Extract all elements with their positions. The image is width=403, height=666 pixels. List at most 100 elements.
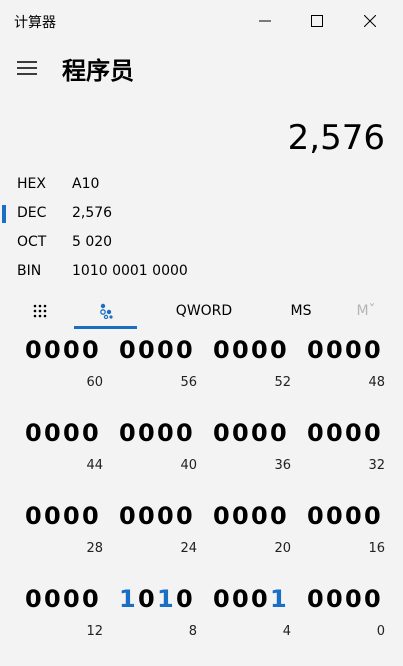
app-title: 计算器: [14, 15, 56, 31]
bit-toggle[interactable]: 0: [251, 336, 268, 364]
base-row-dec[interactable]: DEC 2,576: [0, 199, 403, 228]
bit-toggle[interactable]: 1: [119, 585, 136, 613]
base-value: A10: [72, 176, 100, 192]
bit-toggle[interactable]: 0: [63, 502, 80, 530]
bit-toggle[interactable]: 0: [119, 336, 136, 364]
bit-toggle[interactable]: 0: [138, 585, 155, 613]
navigation-menu-button[interactable]: [14, 55, 40, 81]
bit-toggle[interactable]: 0: [119, 419, 136, 447]
bit-toggle[interactable]: 0: [345, 585, 362, 613]
bit-toggle[interactable]: 0: [364, 585, 381, 613]
bit-toggle[interactable]: 0: [82, 336, 99, 364]
bit-toggle[interactable]: 0: [326, 585, 343, 613]
bit-toggle[interactable]: 0: [157, 419, 174, 447]
bit-toggle[interactable]: 0: [157, 336, 174, 364]
bit-toggle[interactable]: 0: [44, 419, 61, 447]
bit-toggle[interactable]: 0: [251, 585, 268, 613]
bit-toggle[interactable]: 0: [326, 336, 343, 364]
bit-toggle[interactable]: 0: [44, 336, 61, 364]
memory-store-button[interactable]: MS: [276, 292, 326, 330]
bit-position-label: 12: [86, 624, 103, 639]
bit-toggle[interactable]: 0: [307, 502, 324, 530]
bit-toggle[interactable]: 0: [63, 336, 80, 364]
bit-toggle[interactable]: 0: [82, 502, 99, 530]
header: 程序员: [0, 45, 403, 89]
bit-position-label: 32: [368, 458, 385, 473]
close-button[interactable]: [347, 0, 393, 42]
bit-toggle[interactable]: 0: [232, 585, 249, 613]
bit-row: 0001: [213, 585, 293, 613]
bit-toggle[interactable]: 0: [345, 419, 362, 447]
bit-row: 0000: [213, 419, 293, 447]
bit-toggle[interactable]: 0: [157, 502, 174, 530]
bit-toggle[interactable]: 0: [345, 336, 362, 364]
bit-position-label: 24: [180, 541, 197, 556]
bit-row: 0000: [119, 502, 199, 530]
bit-toggle[interactable]: 0: [307, 585, 324, 613]
bit-toggle[interactable]: 0: [82, 419, 99, 447]
bit-toggle[interactable]: 1: [270, 585, 287, 613]
bit-group: 0 0 0 0 36: [213, 419, 293, 479]
bit-toggle[interactable]: 0: [307, 336, 324, 364]
word-size-button[interactable]: QWORD: [160, 292, 248, 330]
bit-toggle[interactable]: 0: [44, 502, 61, 530]
full-keypad-button[interactable]: [20, 292, 60, 330]
maximize-icon: [311, 15, 323, 27]
bit-toggle[interactable]: 0: [232, 502, 249, 530]
base-label: DEC: [17, 205, 47, 221]
base-row-hex[interactable]: HEX A10: [0, 170, 403, 199]
bit-toggle[interactable]: 0: [213, 336, 230, 364]
bit-position-label: 4: [282, 624, 291, 639]
memory-recall-button[interactable]: Mˇ: [346, 292, 386, 330]
maximize-button[interactable]: [294, 0, 340, 42]
bit-row: 0000: [213, 502, 293, 530]
bit-toggle[interactable]: 0: [119, 502, 136, 530]
bit-toggle[interactable]: 0: [251, 419, 268, 447]
bit-toggle[interactable]: 0: [176, 336, 193, 364]
bit-toggle[interactable]: 0: [82, 585, 99, 613]
bit-toggle[interactable]: 0: [232, 419, 249, 447]
bit-toggle[interactable]: 0: [326, 419, 343, 447]
bit-toggle[interactable]: 0: [25, 585, 42, 613]
active-tab-underline: [74, 326, 137, 329]
bit-toggle[interactable]: 0: [364, 502, 381, 530]
bit-toggle[interactable]: 0: [364, 336, 381, 364]
bit-toggle[interactable]: 0: [213, 502, 230, 530]
base-row-oct[interactable]: OCT 5 020: [0, 228, 403, 257]
bit-toggle[interactable]: 0: [176, 419, 193, 447]
bit-row: 0000: [119, 419, 199, 447]
bit-row: 0000: [307, 336, 387, 364]
bit-toggle[interactable]: 0: [63, 419, 80, 447]
bit-toggle-keypad-button[interactable]: [74, 292, 137, 330]
mode-title: 程序员: [62, 57, 134, 85]
bit-toggle[interactable]: 0: [25, 336, 42, 364]
bit-group: 0 0 0 0 44: [25, 419, 105, 479]
bit-toggle[interactable]: 0: [25, 419, 42, 447]
selected-indicator: [2, 205, 6, 223]
minimize-button[interactable]: [242, 0, 288, 42]
bit-toggle[interactable]: 0: [44, 585, 61, 613]
bit-toggle[interactable]: 0: [307, 419, 324, 447]
bit-group: 0 0 0 0 56: [119, 336, 199, 396]
bit-toggle[interactable]: 0: [326, 502, 343, 530]
bit-group: 00000: [307, 585, 387, 645]
bit-toggle[interactable]: 0: [63, 585, 80, 613]
bit-toggle[interactable]: 0: [138, 502, 155, 530]
bit-toggle[interactable]: 0: [138, 419, 155, 447]
bit-toggle[interactable]: 0: [176, 502, 193, 530]
bit-toggle[interactable]: 0: [270, 419, 287, 447]
bit-toggle[interactable]: 0: [25, 502, 42, 530]
bit-toggle[interactable]: 0: [270, 502, 287, 530]
base-row-bin[interactable]: BIN 1010 0001 0000: [0, 257, 403, 286]
bit-toggle[interactable]: 0: [138, 336, 155, 364]
bit-position-label: 16: [368, 541, 385, 556]
bit-toggle[interactable]: 0: [345, 502, 362, 530]
bit-toggle[interactable]: 0: [251, 502, 268, 530]
bit-toggle[interactable]: 1: [157, 585, 174, 613]
bit-toggle[interactable]: 0: [213, 585, 230, 613]
bit-toggle[interactable]: 0: [270, 336, 287, 364]
bit-toggle[interactable]: 0: [213, 419, 230, 447]
bit-toggle[interactable]: 0: [364, 419, 381, 447]
bit-toggle[interactable]: 0: [176, 585, 193, 613]
bit-toggle[interactable]: 0: [232, 336, 249, 364]
